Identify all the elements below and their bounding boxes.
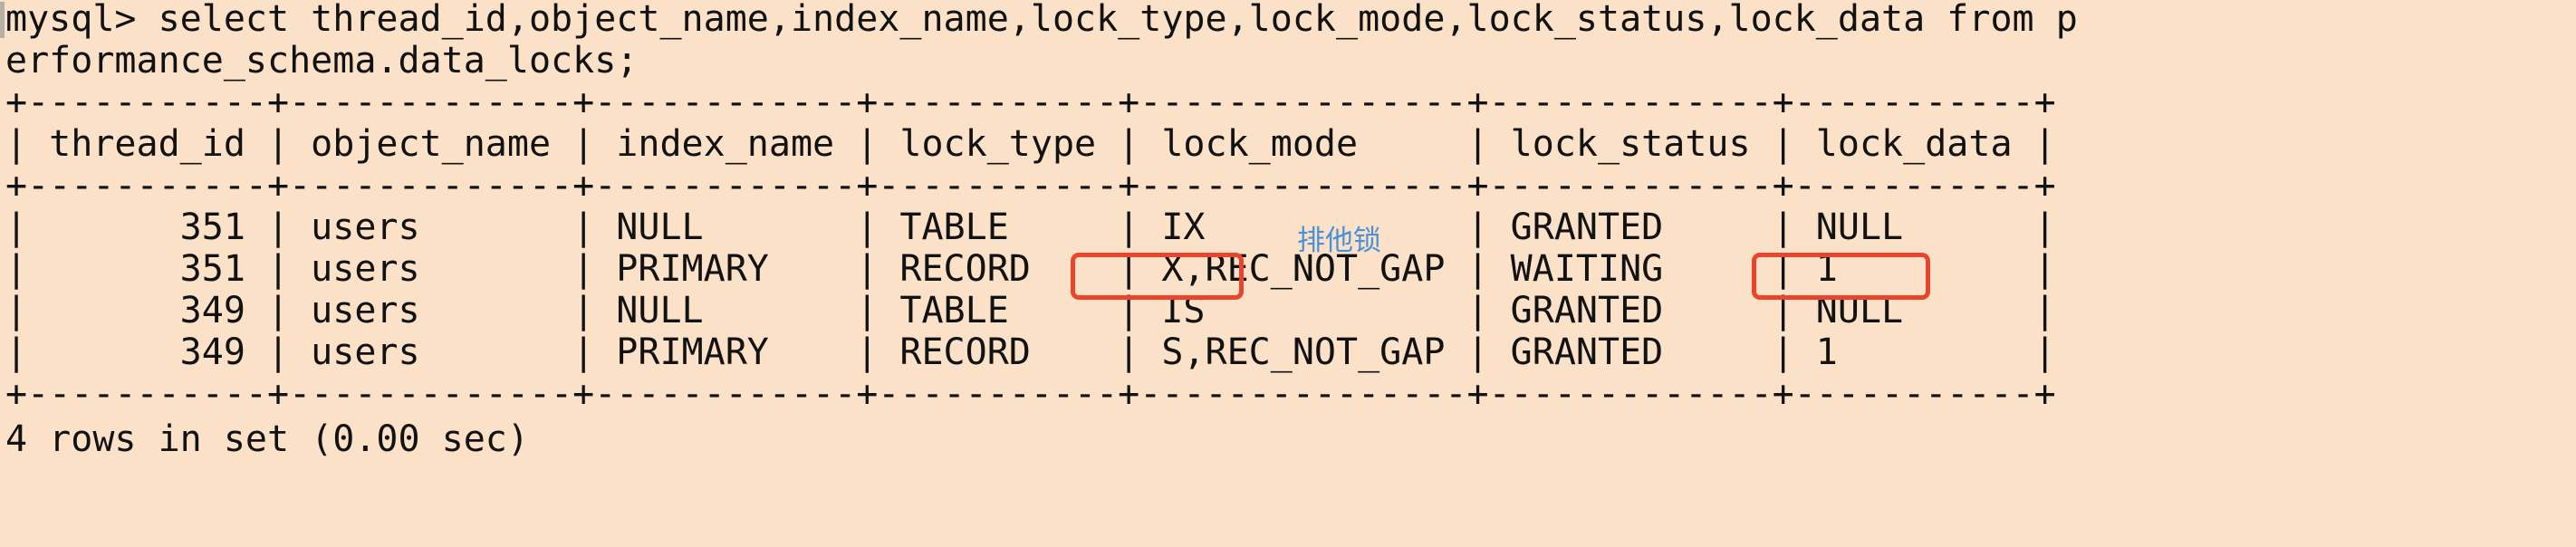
table-border-top: +-----------+-------------+------------+… bbox=[5, 82, 2056, 123]
table-row: | 349 | users | NULL | TABLE | IS | GRAN… bbox=[5, 290, 2056, 331]
terminal-left-cursor-bar bbox=[0, 2, 5, 38]
terminal-line-query-2: erformance_schema.data_locks; bbox=[5, 40, 639, 82]
terminal-line-query-1: mysql> select thread_id,object_name,inde… bbox=[5, 0, 2078, 40]
table-header-row: | thread_id | object_name | index_name |… bbox=[5, 123, 2056, 165]
annotation-exclusive-lock: 排他锁 bbox=[1297, 225, 1381, 257]
highlight-box-waiting-lock-status bbox=[1752, 253, 1930, 300]
table-row: | 349 | users | PRIMARY | RECORD | S,REC… bbox=[5, 331, 2056, 373]
mysql-terminal-window: mysql> select thread_id,object_name,inde… bbox=[0, 0, 2576, 547]
table-row: | 351 | users | PRIMARY | RECORD | X,REC… bbox=[5, 248, 2056, 290]
highlight-box-record-lock-type bbox=[1071, 253, 1244, 300]
table-border-bottom: +-----------+-------------+------------+… bbox=[5, 373, 2056, 415]
table-border-header: +-----------+-------------+------------+… bbox=[5, 165, 2056, 206]
result-footer-rowcount: 4 rows in set (0.00 sec) bbox=[5, 418, 529, 460]
table-row: | 351 | users | NULL | TABLE | IX | GRAN… bbox=[5, 206, 2056, 248]
